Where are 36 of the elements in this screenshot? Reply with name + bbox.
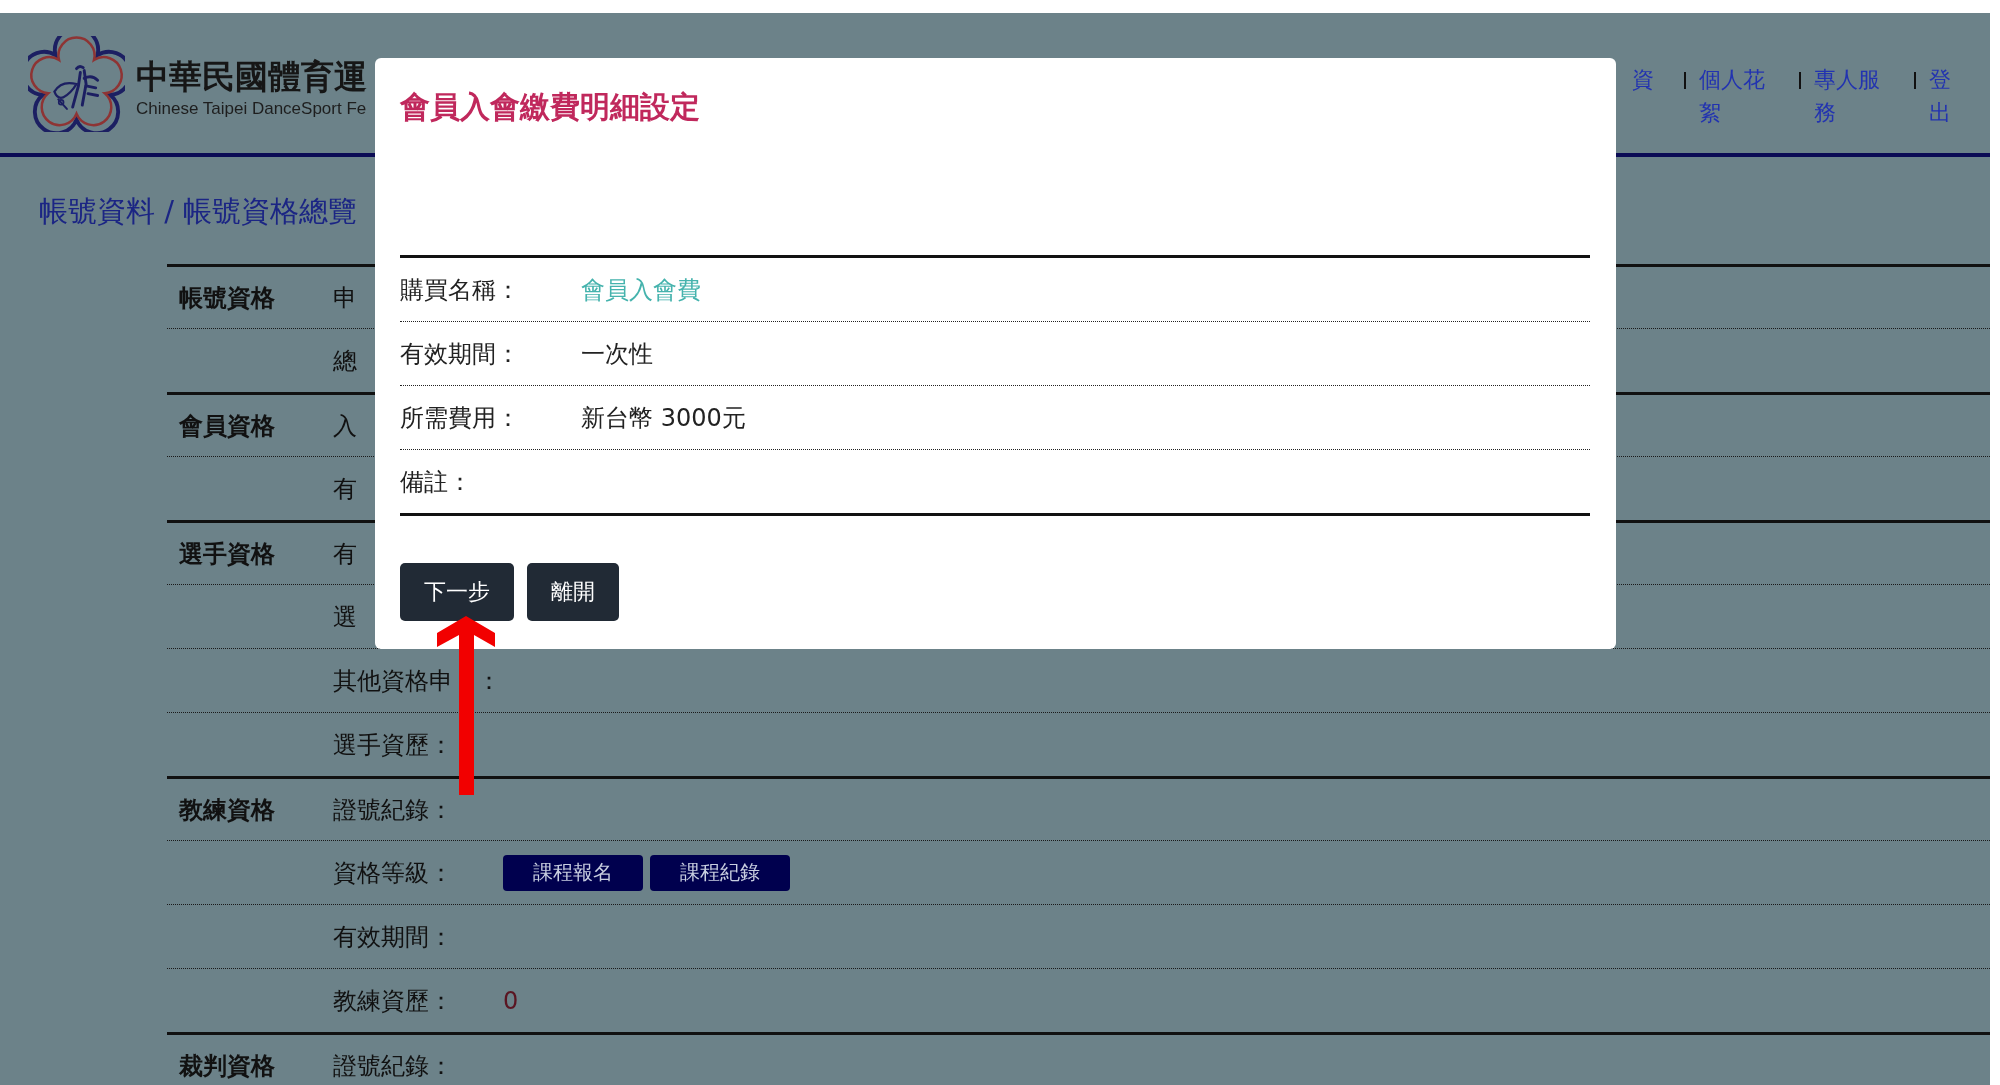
section-heading: 教練資格: [179, 795, 275, 824]
section-heading: 帳號資格: [179, 283, 275, 312]
modal-title: 會員入會繳費明細設定: [400, 89, 700, 125]
page-title: 帳號資料 / 帳號資格總覽: [39, 193, 358, 229]
field-label: 申: [333, 282, 357, 314]
field-label: 證號紀錄：: [333, 794, 453, 826]
field-label: 備註：: [400, 466, 472, 498]
field-label: 選手資歷：: [333, 729, 453, 761]
section-heading: 選手資格: [179, 539, 275, 568]
label-colon: ：: [477, 665, 501, 697]
field-label: 所需費用：: [400, 402, 520, 434]
next-step-button[interactable]: 下一步: [400, 563, 514, 621]
field-label: 教練資歷：: [333, 985, 453, 1017]
field-value: 一次性: [581, 338, 653, 370]
section-heading: 會員資格: [179, 411, 275, 440]
leave-button[interactable]: 離開: [527, 563, 619, 621]
field-value: 0: [503, 986, 519, 1015]
site-title: 中華民國體育運: [136, 59, 367, 95]
site-subtitle: Chinese Taipei DanceSport Fe: [136, 98, 367, 120]
field-label: 其他資格申: [333, 665, 453, 697]
field-label: 有: [333, 538, 357, 570]
field-label: 購買名稱：: [400, 274, 520, 306]
field-label: 有: [333, 473, 357, 505]
field-label: 選: [333, 601, 357, 633]
field-label: 有效期間：: [400, 338, 520, 370]
section-heading: 裁判資格: [179, 1051, 275, 1080]
field-value: 會員入會費: [581, 274, 701, 306]
course-button[interactable]: 課程紀錄: [650, 854, 790, 891]
field-label: 入: [333, 410, 357, 442]
course-button[interactable]: 課程報名: [503, 854, 643, 891]
field-label: 資格等級：: [333, 857, 453, 889]
field-value: 新台幣 3000元: [581, 402, 746, 434]
field-label: 證號紀錄：: [333, 1050, 453, 1082]
flower-logo-icon: [28, 36, 125, 132]
field-label: 有效期間：: [333, 921, 453, 953]
field-label: 總: [333, 345, 357, 377]
